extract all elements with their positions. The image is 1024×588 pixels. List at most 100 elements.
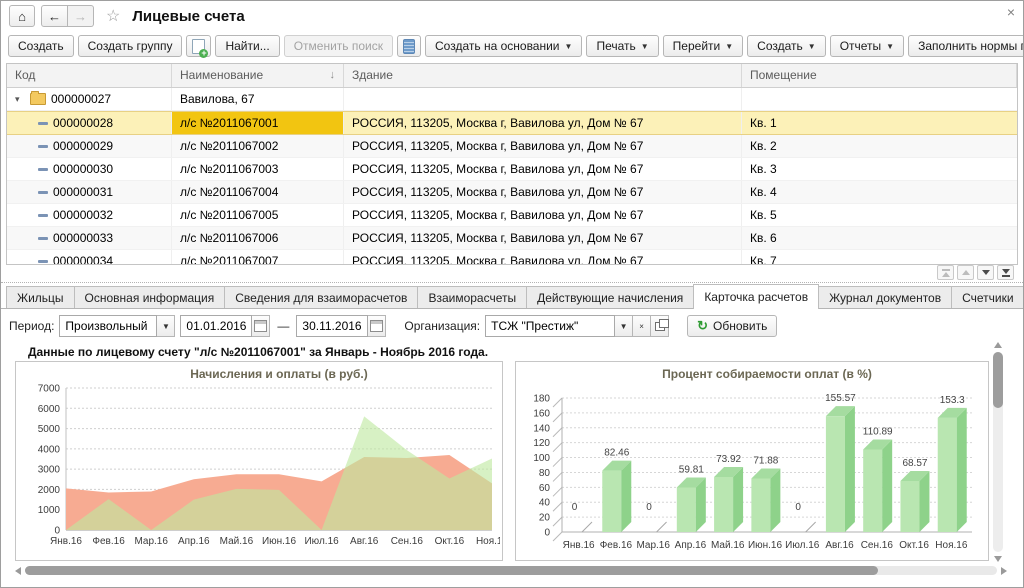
svg-text:Мар.16: Мар.16: [134, 536, 168, 547]
scroll-up-icon[interactable]: [994, 342, 1002, 348]
svg-text:Апр.16: Апр.16: [178, 536, 210, 547]
filter-bar: Период: ▼ — Организация: ▼ ×: [9, 315, 777, 337]
print-button[interactable]: Печать▼: [586, 35, 658, 57]
move-up-button: [957, 265, 974, 280]
refresh-button[interactable]: ↻ Обновить: [687, 315, 777, 337]
svg-text:Апр.16: Апр.16: [675, 540, 707, 551]
favorite-star-icon[interactable]: ☆: [106, 6, 120, 26]
copy-button[interactable]: [186, 35, 211, 57]
chevron-down-icon[interactable]: ▼: [615, 315, 633, 337]
choose-from-list-icon[interactable]: [651, 315, 669, 337]
tab-calculation-card[interactable]: Карточка расчетов: [693, 284, 819, 309]
horizontal-scrollbar[interactable]: [15, 564, 1007, 577]
svg-text:Мар.16: Мар.16: [636, 540, 670, 551]
accruals-payments-chart: Начисления и оплаты (в руб.)010002000300…: [15, 361, 503, 561]
table-row[interactable]: 000000029л/с №2011067002РОССИЯ, 113205, …: [7, 135, 1017, 158]
list-nav-buttons: [937, 265, 1014, 280]
horizontal-scroll-thumb[interactable]: [25, 566, 878, 575]
account-item-icon: [38, 145, 48, 148]
calendar-icon[interactable]: [252, 315, 270, 337]
tab-bar: ЖильцыОсновная информацияСведения для вз…: [6, 285, 1018, 309]
svg-text:Май.16: Май.16: [220, 536, 254, 547]
period-input[interactable]: [59, 315, 157, 337]
svg-text:0: 0: [646, 502, 652, 513]
cancel-search-button: Отменить поиск: [284, 35, 393, 57]
svg-text:Июл.16: Июл.16: [785, 540, 820, 551]
clear-icon[interactable]: ×: [633, 315, 651, 337]
reports-button[interactable]: Отчеты▼: [830, 35, 904, 57]
svg-text:Янв.16: Янв.16: [563, 540, 595, 551]
period-select[interactable]: ▼: [59, 315, 175, 337]
list-settings-button[interactable]: [397, 35, 421, 57]
tab-counters[interactable]: Счетчики: [951, 286, 1024, 309]
svg-text:Янв.16: Янв.16: [50, 536, 82, 547]
svg-text:1000: 1000: [38, 505, 61, 516]
create-button[interactable]: Создать: [8, 35, 74, 57]
create-menu-button[interactable]: Создать▼: [747, 35, 826, 57]
calendar-icon[interactable]: [368, 315, 386, 337]
account-item-icon: [38, 191, 48, 194]
table-row[interactable]: 000000028л/с №2011067001РОССИЯ, 113205, …: [7, 111, 1017, 135]
accounts-table: КодНаименование↓ЗданиеПомещение▾00000002…: [6, 63, 1018, 265]
expander-icon[interactable]: ▾: [15, 89, 25, 110]
sort-desc-icon: ↓: [330, 65, 336, 86]
date-to-input[interactable]: [296, 315, 368, 337]
tab-document-journal[interactable]: Журнал документов: [818, 286, 952, 309]
svg-text:40: 40: [539, 498, 551, 509]
home-button[interactable]: ⌂: [9, 5, 35, 27]
fill-consumption-norms-button[interactable]: Заполнить нормы потребления: [908, 35, 1024, 57]
svg-text:71.88: 71.88: [753, 455, 778, 466]
create-based-on-button[interactable]: Создать на основании▼: [425, 35, 582, 57]
titlebar: ⌂ ← → ☆ Лицевые счета ×: [1, 1, 1023, 31]
organization-select[interactable]: ▼ ×: [485, 315, 669, 337]
find-button[interactable]: Найти...: [215, 35, 279, 57]
svg-text:Июл.16: Июл.16: [304, 536, 339, 547]
vertical-scrollbar[interactable]: [991, 342, 1005, 562]
move-to-bottom-button[interactable]: [997, 265, 1014, 280]
svg-text:180: 180: [533, 394, 550, 405]
scroll-right-icon[interactable]: [1001, 567, 1007, 575]
back-button[interactable]: ←: [41, 5, 68, 27]
scroll-down-icon[interactable]: [994, 556, 1002, 562]
chevron-down-icon: ▼: [886, 42, 894, 51]
table-row[interactable]: 000000033л/с №2011067006РОССИЯ, 113205, …: [7, 227, 1017, 250]
svg-text:20: 20: [539, 513, 551, 524]
svg-text:140: 140: [533, 423, 550, 434]
svg-text:110.89: 110.89: [863, 426, 893, 437]
date-range-dash: —: [275, 319, 291, 333]
account-item-icon: [38, 237, 48, 240]
table-row[interactable]: 000000030л/с №2011067003РОССИЯ, 113205, …: [7, 158, 1017, 181]
svg-text:3000: 3000: [38, 465, 61, 476]
table-row[interactable]: 000000034л/с №2011067007РОССИЯ, 113205, …: [7, 250, 1017, 265]
svg-text:0: 0: [572, 502, 578, 513]
svg-text:0: 0: [795, 502, 801, 513]
create-group-button[interactable]: Создать группу: [78, 35, 183, 57]
tab-settlement-info[interactable]: Сведения для взаиморасчетов: [224, 286, 418, 309]
date-to-field[interactable]: [296, 315, 386, 337]
svg-text:Ноя.16: Ноя.16: [476, 536, 500, 547]
group-row[interactable]: ▾000000027Вавилова, 67: [7, 88, 1017, 111]
tab-settlements[interactable]: Взаиморасчеты: [417, 286, 527, 309]
scroll-left-icon[interactable]: [15, 567, 21, 575]
column-header: Код: [7, 64, 172, 87]
move-down-button[interactable]: [977, 265, 994, 280]
date-from-field[interactable]: [180, 315, 270, 337]
pane-splitter[interactable]: [1, 282, 1023, 283]
folder-icon: [30, 93, 46, 105]
organization-input[interactable]: [485, 315, 615, 337]
vertical-scroll-thumb[interactable]: [993, 352, 1003, 408]
table-row[interactable]: 000000031л/с №2011067004РОССИЯ, 113205, …: [7, 181, 1017, 204]
tab-main-info[interactable]: Основная информация: [74, 286, 226, 309]
svg-text:6000: 6000: [38, 404, 61, 415]
chevron-down-icon[interactable]: ▼: [157, 315, 175, 337]
table-row[interactable]: 000000032л/с №2011067005РОССИЯ, 113205, …: [7, 204, 1017, 227]
table-header-row[interactable]: КодНаименование↓ЗданиеПомещение: [7, 64, 1017, 88]
date-from-input[interactable]: [180, 315, 252, 337]
tab-active-accruals[interactable]: Действующие начисления: [526, 286, 694, 309]
svg-text:Фев.16: Фев.16: [600, 540, 633, 551]
goto-button[interactable]: Перейти▼: [663, 35, 743, 57]
triangle-up-icon: [942, 272, 950, 277]
tab-residents[interactable]: Жильцы: [6, 286, 75, 309]
close-icon[interactable]: ×: [1007, 5, 1015, 19]
triangle-down-icon: [1002, 269, 1010, 274]
